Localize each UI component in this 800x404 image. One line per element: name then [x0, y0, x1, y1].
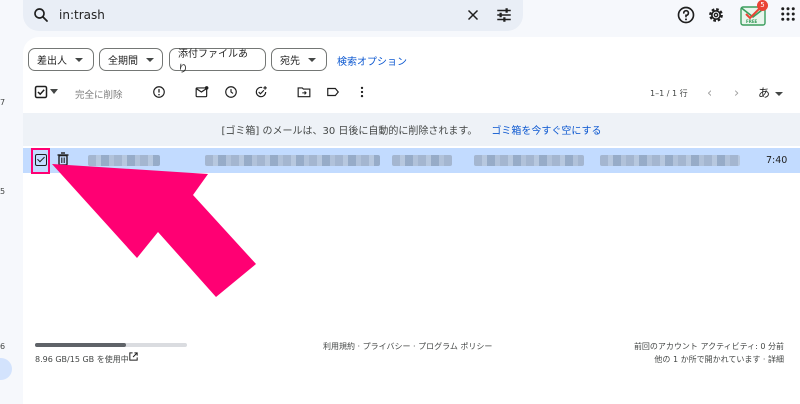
storage-bar-fill	[35, 343, 127, 347]
storage-usage: 8.96 GB/15 GB を使用中	[35, 355, 129, 364]
last-account-activity: 前回のアカウント アクティビティ: 0 分前	[633, 342, 784, 351]
other-locations-detail-link[interactable]: 他の 1 か所で開かれています · 詳細	[654, 354, 784, 365]
storage-bar	[35, 343, 187, 347]
open-external-icon[interactable]	[128, 351, 139, 362]
footer-policy-links[interactable]: 利用規約 · プライバシー · プログラム ポリシー	[323, 341, 492, 352]
